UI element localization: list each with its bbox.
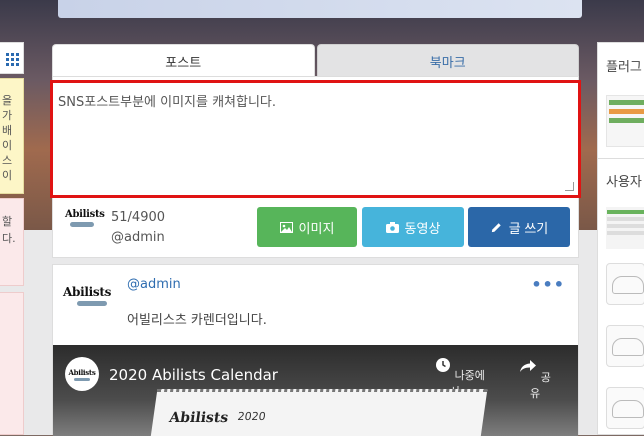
left-info-panel: 할 다. bbox=[0, 198, 24, 286]
video-button[interactable]: 동영상 bbox=[362, 207, 464, 247]
composer-tabs: 포스트 북마크 bbox=[52, 44, 579, 78]
post-text: 어빌리스츠 카렌더입니다. bbox=[127, 313, 267, 328]
video-embed[interactable]: Abilists 2020 Abilists Calendar 나중에 시...… bbox=[53, 345, 578, 436]
feed-post: Abilists @admin ••• 어빌리스츠 카렌더입니다. Abilis… bbox=[52, 264, 579, 436]
resize-handle-icon[interactable] bbox=[565, 182, 574, 191]
channel-logo-text: Abilists bbox=[68, 367, 96, 377]
textarea-highlight bbox=[50, 80, 581, 198]
post-logo-text: Abilists bbox=[63, 285, 112, 299]
user-avatar-icon[interactable] bbox=[606, 387, 644, 429]
tab-post[interactable]: 포스트 bbox=[52, 44, 315, 78]
logo-car-icon bbox=[77, 301, 107, 306]
composer-footer: Abilists 51/4900 @admin 이미지 동영상 글 쓰기 bbox=[53, 199, 578, 257]
avatar-logo-text: Abilists bbox=[65, 209, 105, 220]
char-count: 51/4900 bbox=[111, 210, 166, 225]
calendar-year: 2020 bbox=[236, 410, 267, 423]
logo-car-icon bbox=[70, 222, 94, 227]
top-banner bbox=[58, 0, 582, 18]
tab-bookmark[interactable]: 북마크 bbox=[316, 44, 579, 78]
left-notice-panel: 을 가 배 이 스 이 bbox=[0, 78, 24, 194]
calendar-image: Abilists 2020 bbox=[148, 389, 488, 436]
share-button[interactable]: 공유 bbox=[515, 357, 555, 401]
right-sidebar: 플러그 사용자 bbox=[597, 38, 644, 435]
video-button-label: 동영상 bbox=[404, 220, 441, 236]
image-button-label: 이미지 bbox=[298, 220, 335, 236]
user-avatar-icon[interactable] bbox=[606, 263, 644, 305]
plugin-panel-title: 플러그 bbox=[606, 60, 642, 75]
post-avatar: Abilists bbox=[63, 285, 121, 315]
users-panel-title: 사용자 bbox=[606, 175, 642, 190]
pencil-icon bbox=[491, 222, 501, 232]
clock-icon bbox=[436, 358, 451, 372]
calendar-brand: Abilists bbox=[168, 410, 230, 426]
author-handle: @admin bbox=[111, 230, 165, 245]
share-label: 공유 bbox=[529, 371, 551, 400]
post-textarea[interactable] bbox=[55, 85, 576, 193]
channel-avatar[interactable]: Abilists bbox=[65, 357, 99, 391]
users-thumbnail[interactable] bbox=[606, 207, 644, 249]
more-options-icon[interactable]: ••• bbox=[531, 275, 565, 294]
post-composer: Abilists 51/4900 @admin 이미지 동영상 글 쓰기 bbox=[50, 76, 581, 258]
camera-icon bbox=[385, 221, 399, 233]
user-avatar-icon[interactable] bbox=[606, 325, 644, 367]
logo-car-icon bbox=[74, 377, 90, 381]
users-panel: 사용자 bbox=[597, 158, 644, 435]
share-icon bbox=[520, 360, 537, 372]
app-grid-button[interactable] bbox=[0, 42, 24, 74]
plugin-thumbnail[interactable] bbox=[606, 95, 644, 147]
left-panel-empty bbox=[0, 292, 24, 435]
write-button-label: 글 쓰기 bbox=[508, 220, 549, 236]
grid-icon bbox=[6, 53, 19, 66]
image-icon bbox=[279, 221, 293, 233]
image-button[interactable]: 이미지 bbox=[257, 207, 357, 247]
post-author-link[interactable]: @admin bbox=[127, 277, 181, 292]
write-button[interactable]: 글 쓰기 bbox=[468, 207, 570, 247]
author-avatar: Abilists bbox=[65, 209, 105, 237]
video-title[interactable]: 2020 Abilists Calendar bbox=[109, 366, 278, 384]
